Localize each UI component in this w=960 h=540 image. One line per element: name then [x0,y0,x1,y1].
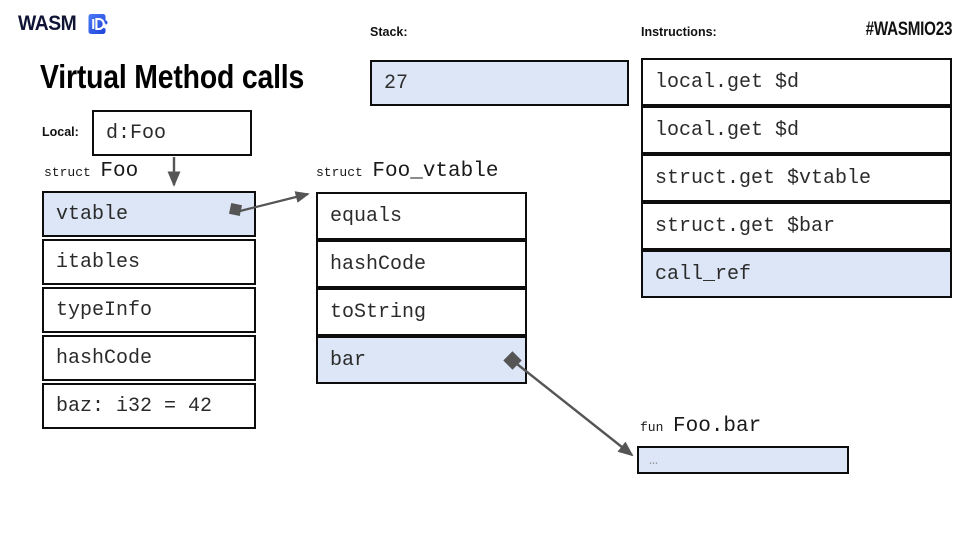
foo-struct-caption: struct Foo [44,160,138,183]
foo-struct-caption-name: Foo [100,160,139,183]
foo-vtable-caption-keyword: struct [316,165,363,180]
function-caption-name: Foo.bar [673,415,762,438]
instruction-row-2[interactable]: struct.get $vtable [641,154,952,202]
local-variable-box: d:Foo [92,110,252,156]
vtable-slot-hashcode[interactable]: hashCode [316,240,527,288]
wasmio-puzzle-icon [86,12,110,36]
instruction-row-1[interactable]: local.get $d [641,106,952,154]
brand-wordmark: WASM [18,12,77,35]
event-hashtag: #WASMIO23 [865,19,952,40]
page-title: Virtual Method calls [40,58,305,95]
foo-field-typeinfo[interactable]: typeInfo [42,287,256,333]
instruction-row-3[interactable]: struct.get $bar [641,202,952,250]
instruction-row-4[interactable]: call_ref [641,250,952,298]
foo-field-itables[interactable]: itables [42,239,256,285]
foo-field-vtable[interactable]: vtable [42,191,256,237]
stack-label: Stack: [370,25,408,39]
foo-struct-caption-keyword: struct [44,165,91,180]
local-label: Local: [42,125,79,139]
vtable-slot-equals[interactable]: equals [316,192,527,240]
instruction-row-0[interactable]: local.get $d [641,58,952,106]
vtable-slot-bar[interactable]: bar [316,336,527,384]
stack-entry-0[interactable]: 27 [370,60,629,106]
function-caption-keyword: fun [640,420,664,435]
foo-vtable-caption-name: Foo_vtable [372,160,499,183]
foo-field-baz[interactable]: baz: i32 = 42 [42,383,256,429]
slide-root: WASM Virtual Method calls #WASMIO23 Stac… [0,0,960,540]
function-body-box[interactable]: … [637,446,849,474]
instructions-label: Instructions: [641,25,717,39]
function-caption: fun Foo.bar [640,415,761,438]
vtable-slot-tostring[interactable]: toString [316,288,527,336]
foo-field-hashcode[interactable]: hashCode [42,335,256,381]
wasmio-logo: WASM [18,12,110,36]
foo-vtable-caption: struct Foo_vtable [316,160,498,183]
